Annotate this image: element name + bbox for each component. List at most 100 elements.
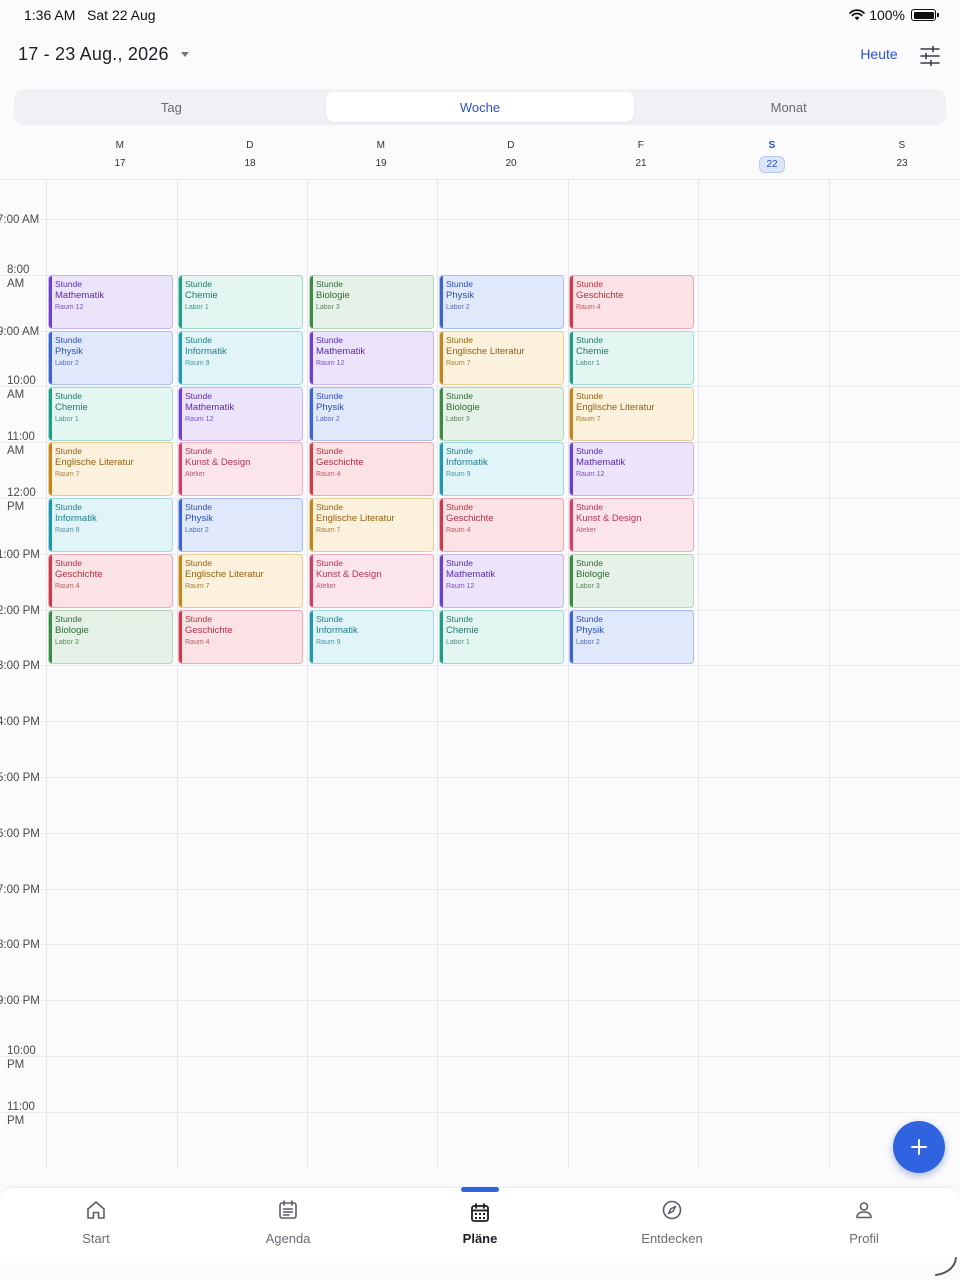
event-title: Geschichte: [316, 457, 364, 468]
day-column-divider: [568, 180, 569, 1168]
event-card[interactable]: Stunde Informatik Raum 9: [309, 610, 434, 664]
event-room: Raum 12: [185, 416, 214, 423]
event-room: Raum 9: [316, 639, 341, 646]
event-type: Stunde: [316, 279, 343, 289]
tab-week[interactable]: Woche: [325, 92, 635, 122]
hour-gridline: [0, 889, 960, 890]
event-card[interactable]: Stunde Chemie Labor 1: [178, 275, 303, 329]
event-title: Mathematik: [576, 457, 626, 468]
day-header-21[interactable]: F 21: [576, 134, 706, 178]
hour-label: 11:00 PM: [7, 1101, 35, 1127]
nav-entdecken[interactable]: Entdecken: [576, 1188, 768, 1264]
event-room: Raum 7: [316, 527, 341, 534]
event-card[interactable]: Stunde Geschichte Raum 4: [178, 610, 303, 664]
event-card[interactable]: Stunde Englische Literatur Raum 7: [569, 387, 694, 441]
event-card[interactable]: Stunde Englische Literatur Raum 7: [439, 331, 564, 385]
event-title: Informatik: [55, 513, 97, 524]
event-card[interactable]: Stunde Kunst & Design Atelier: [569, 498, 694, 552]
hour-label: 5:00 PM: [0, 772, 40, 784]
hour-gridline: [0, 219, 960, 220]
sliders-icon[interactable]: [918, 44, 942, 68]
event-card[interactable]: Stunde Mathematik Raum 12: [309, 331, 434, 385]
event-card[interactable]: Stunde Kunst & Design Atelier: [178, 442, 303, 496]
event-card[interactable]: Stunde Physik Labor 2: [48, 331, 173, 385]
event-title: Chemie: [576, 346, 609, 357]
nav-plaene[interactable]: Pläne: [384, 1187, 576, 1264]
event-card[interactable]: Stunde Physik Labor 2: [439, 275, 564, 329]
event-type: Stunde: [576, 558, 603, 568]
event-card[interactable]: Stunde Informatik Raum 9: [439, 442, 564, 496]
event-room: Raum 7: [185, 583, 210, 590]
event-title: Biologie: [576, 569, 610, 580]
nav-agenda[interactable]: Agenda: [192, 1188, 384, 1264]
event-card[interactable]: Stunde Informatik Raum 9: [178, 331, 303, 385]
event-card[interactable]: Stunde Englische Literatur Raum 7: [178, 554, 303, 608]
event-title: Mathematik: [446, 569, 496, 580]
event-card[interactable]: Stunde Physik Labor 2: [178, 498, 303, 552]
day-header-23[interactable]: S 23: [837, 134, 960, 178]
event-card[interactable]: Stunde Biologie Labor 3: [569, 554, 694, 608]
event-card[interactable]: Stunde Geschichte Raum 4: [309, 442, 434, 496]
day-number: 19: [375, 158, 387, 169]
event-title: Physik: [316, 402, 344, 413]
event-card[interactable]: Stunde Biologie Labor 3: [48, 610, 173, 664]
tab-day[interactable]: Tag: [17, 92, 326, 122]
event-card[interactable]: Stunde Geschichte Raum 4: [48, 554, 173, 608]
event-card[interactable]: Stunde Biologie Labor 3: [309, 275, 434, 329]
event-title: Englische Literatur: [185, 569, 264, 580]
event-room: Raum 7: [55, 471, 80, 478]
event-title: Geschichte: [185, 625, 233, 636]
event-room: Raum 7: [446, 360, 471, 367]
day-header-18[interactable]: D 18: [185, 134, 315, 178]
wifi-icon: [849, 9, 865, 21]
event-card[interactable]: Stunde Chemie Labor 1: [439, 610, 564, 664]
nav-profil[interactable]: Profil: [768, 1188, 960, 1264]
event-room: Labor 3: [316, 304, 340, 311]
tab-month[interactable]: Monat: [634, 92, 943, 122]
event-card[interactable]: Stunde Physik Labor 2: [569, 610, 694, 664]
nav-start[interactable]: Start: [0, 1188, 192, 1264]
event-type: Stunde: [316, 335, 343, 345]
today-button[interactable]: Heute: [850, 46, 908, 62]
event-card[interactable]: Stunde Chemie Labor 1: [48, 387, 173, 441]
day-number: 21: [635, 158, 647, 169]
event-card[interactable]: Stunde Geschichte Raum 4: [569, 275, 694, 329]
event-card[interactable]: Stunde Informatik Raum 9: [48, 498, 173, 552]
event-title: Physik: [576, 625, 604, 636]
event-room: Labor 2: [55, 360, 79, 367]
event-title: Geschichte: [446, 513, 494, 524]
event-type: Stunde: [55, 279, 82, 289]
bottom-navigation: Start Agenda Pläne Entdecken Profil: [0, 1187, 960, 1263]
day-header-19[interactable]: M 19: [316, 134, 446, 178]
event-type: Stunde: [576, 279, 603, 289]
day-letter: M: [115, 140, 125, 151]
event-title: Chemie: [185, 290, 218, 301]
event-card[interactable]: Stunde Geschichte Raum 4: [439, 498, 564, 552]
event-card[interactable]: Stunde Mathematik Raum 12: [569, 442, 694, 496]
event-card[interactable]: Stunde Biologie Labor 3: [439, 387, 564, 441]
event-title: Englische Literatur: [316, 513, 395, 524]
event-room: Raum 12: [576, 471, 605, 478]
event-card[interactable]: Stunde Chemie Labor 1: [569, 331, 694, 385]
event-type: Stunde: [316, 614, 343, 624]
event-room: Labor 3: [446, 416, 470, 423]
day-header-22[interactable]: S 22: [707, 134, 837, 178]
event-type: Stunde: [576, 446, 603, 456]
event-card[interactable]: Stunde Mathematik Raum 12: [48, 275, 173, 329]
event-card[interactable]: Stunde Physik Labor 2: [309, 387, 434, 441]
event-card[interactable]: Stunde Englische Literatur Raum 7: [48, 442, 173, 496]
add-event-button[interactable]: [893, 1121, 945, 1173]
day-column-divider: [829, 180, 830, 1168]
date-range-picker[interactable]: 17 - 23 Aug., 2026: [18, 44, 189, 65]
event-card[interactable]: Stunde Kunst & Design Atelier: [309, 554, 434, 608]
event-title: Geschichte: [55, 569, 103, 580]
day-header-17[interactable]: M 17: [55, 134, 185, 178]
event-card[interactable]: Stunde Mathematik Raum 12: [439, 554, 564, 608]
day-header-20[interactable]: D 20: [446, 134, 576, 178]
event-room: Labor 3: [576, 583, 600, 590]
event-room: Labor 2: [185, 527, 209, 534]
event-card[interactable]: Stunde Englische Literatur Raum 7: [309, 498, 434, 552]
event-card[interactable]: Stunde Mathematik Raum 12: [178, 387, 303, 441]
event-room: Raum 7: [576, 416, 601, 423]
hour-label: 8:00 PM: [0, 939, 40, 951]
